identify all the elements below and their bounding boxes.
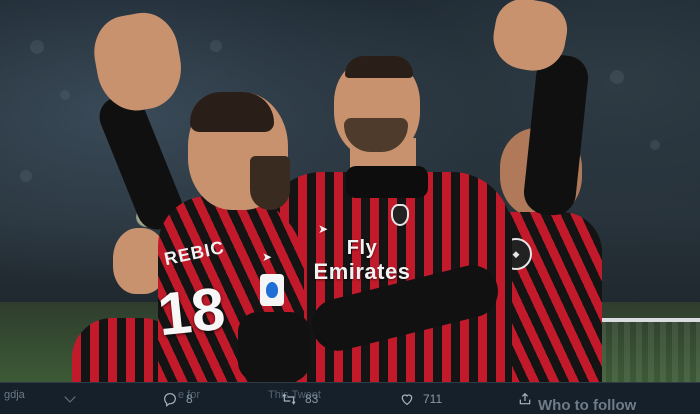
share-button[interactable] xyxy=(517,390,533,408)
center-player-right-arm xyxy=(521,52,591,218)
retweet-icon xyxy=(282,393,296,405)
like-button[interactable]: 711 xyxy=(399,390,442,408)
reply-count: 8 xyxy=(186,392,193,406)
puma-logo-icon: ➤ xyxy=(262,250,273,264)
front-player-arm xyxy=(238,312,310,382)
reply-button[interactable]: 8 xyxy=(162,390,193,408)
crowd-bokeh xyxy=(610,70,624,84)
jersey-sponsor: Fly Emirates xyxy=(300,236,424,284)
serie-a-sleeve-patch-icon xyxy=(260,274,284,306)
retweet-button[interactable]: 83 xyxy=(281,390,318,408)
who-to-follow-heading: Who to follow xyxy=(538,397,637,414)
crowd-bokeh xyxy=(30,40,44,54)
tweet-photo[interactable]: ◆ ire ➤ Fly Emirates REBIC 18 ➤ xyxy=(0,0,700,382)
crowd-bokeh xyxy=(20,170,32,182)
reply-icon xyxy=(164,393,176,407)
club-crest-icon xyxy=(391,204,409,226)
center-player-hair xyxy=(345,56,413,78)
crowd-bokeh xyxy=(650,140,660,150)
front-player-hair xyxy=(190,92,274,132)
crowd-bokeh xyxy=(60,90,70,100)
front-player-beard xyxy=(250,156,290,210)
like-count: 711 xyxy=(423,392,443,406)
share-icon xyxy=(519,392,531,405)
like-icon xyxy=(401,394,413,406)
center-player-collar xyxy=(346,166,428,198)
sponsor-line-1: Fly xyxy=(346,237,378,259)
crowd-bokeh xyxy=(210,40,222,52)
tweet-action-bar: gdja e for This Tweet 8 83 711 Who to fo… xyxy=(0,382,700,414)
chevron-down-icon[interactable] xyxy=(64,391,76,403)
retweet-count: 83 xyxy=(305,392,319,406)
puma-logo-icon: ➤ xyxy=(318,222,329,236)
goal-net xyxy=(596,318,700,382)
center-player-left-hand xyxy=(88,7,188,117)
faded-username-fragment: gdja xyxy=(4,389,25,401)
jersey-back-number: 18 xyxy=(154,274,229,349)
